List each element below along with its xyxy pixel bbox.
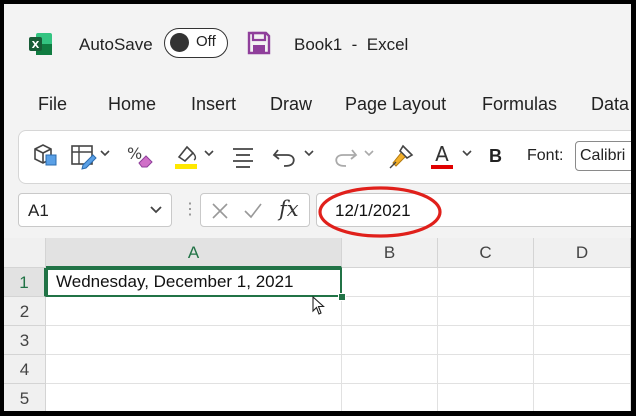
cell-c3[interactable]	[438, 326, 534, 355]
svg-text:%: %	[127, 144, 142, 163]
autosave-toggle[interactable]: Off	[164, 28, 228, 58]
cell-b2[interactable]	[342, 297, 438, 326]
autosave-state: Off	[196, 33, 216, 50]
cell-b1[interactable]	[342, 268, 438, 297]
cell-b3[interactable]	[342, 326, 438, 355]
cell-b5[interactable]	[342, 384, 438, 411]
chevron-down-icon[interactable]	[149, 205, 163, 215]
quick-toolbar: % A B Font: Calibri	[18, 130, 631, 184]
cell-d4[interactable]	[534, 355, 631, 384]
mouse-cursor-icon	[312, 296, 325, 315]
row-header-5[interactable]: 5	[4, 384, 46, 411]
cancel-icon[interactable]	[211, 202, 229, 220]
annotation-circle	[318, 186, 442, 238]
row-header-1[interactable]: 1	[4, 268, 46, 297]
clear-format-icon[interactable]: %	[125, 141, 155, 171]
row-header-4[interactable]: 4	[4, 355, 46, 384]
document-title: Book1 - Excel	[294, 35, 409, 54]
formula-buttons: fx	[200, 193, 310, 227]
excel-logo-icon: X	[29, 33, 52, 55]
name-box[interactable]: A1	[18, 193, 172, 227]
cell-a2[interactable]	[46, 297, 342, 326]
tab-formulas[interactable]: Formulas	[482, 94, 557, 115]
font-color-icon[interactable]: A	[427, 141, 457, 171]
bold-button[interactable]: B	[489, 146, 502, 176]
cell-c4[interactable]	[438, 355, 534, 384]
fill-handle[interactable]	[338, 293, 346, 301]
tab-insert[interactable]: Insert	[191, 94, 236, 115]
tab-page-layout[interactable]: Page Layout	[345, 94, 446, 115]
cell-a3[interactable]	[46, 326, 342, 355]
drag-handle-icon[interactable]: ⋮	[182, 199, 198, 219]
cell-d3[interactable]	[534, 326, 631, 355]
column-header-b[interactable]: B	[342, 238, 438, 268]
format-painter-icon[interactable]	[387, 141, 417, 171]
highlight-fill-icon[interactable]	[171, 141, 201, 171]
save-icon[interactable]	[246, 30, 272, 56]
chevron-down-icon[interactable]	[203, 148, 215, 158]
column-header-d[interactable]: D	[534, 238, 631, 268]
insert-function-button[interactable]: fx	[279, 197, 299, 221]
cell-c2[interactable]	[438, 297, 534, 326]
font-name-input[interactable]: Calibri	[575, 141, 631, 171]
cell-c1[interactable]	[438, 268, 534, 297]
redo-icon[interactable]	[331, 141, 359, 171]
font-label: Font:	[527, 147, 564, 164]
check-icon[interactable]	[243, 202, 263, 220]
align-center-icon[interactable]	[229, 141, 257, 171]
font-name-value: Calibri	[580, 147, 626, 164]
spreadsheet-grid: A B C D 1 2 3 4 5 Wednesday, December 1,…	[4, 238, 631, 411]
tab-data[interactable]: Data	[591, 94, 629, 115]
svg-text:A: A	[435, 142, 449, 166]
cell-c5[interactable]	[438, 384, 534, 411]
cell-b4[interactable]	[342, 355, 438, 384]
chevron-down-icon[interactable]	[461, 148, 473, 158]
cell-a4[interactable]	[46, 355, 342, 384]
chevron-down-icon[interactable]	[363, 148, 375, 158]
active-cell-border	[46, 268, 342, 297]
name-box-value: A1	[28, 201, 49, 220]
column-header-c[interactable]: C	[438, 238, 534, 268]
cell-d5[interactable]	[534, 384, 631, 411]
tab-file[interactable]: File	[38, 94, 67, 115]
excel-window: X AutoSave Off Book1 - Excel File Home I…	[4, 4, 631, 411]
chevron-down-icon[interactable]	[99, 148, 111, 158]
tab-home[interactable]: Home	[108, 94, 156, 115]
cell-a5[interactable]	[46, 384, 342, 411]
column-header-a[interactable]: A	[46, 238, 342, 268]
cell-d1[interactable]	[534, 268, 631, 297]
ribbon-tabs: File Home Insert Draw Page Layout Formul…	[4, 90, 631, 120]
svg-text:X: X	[32, 40, 40, 51]
row-header-3[interactable]: 3	[4, 326, 46, 355]
undo-icon[interactable]	[271, 141, 299, 171]
chevron-down-icon[interactable]	[303, 148, 315, 158]
cell-d2[interactable]	[534, 297, 631, 326]
title-bar: X AutoSave Off Book1 - Excel	[4, 4, 631, 82]
cube-icon[interactable]	[31, 141, 59, 171]
row-header-2[interactable]: 2	[4, 297, 46, 326]
select-all-corner[interactable]	[4, 238, 46, 268]
autosave-label: AutoSave	[79, 35, 153, 54]
tab-draw[interactable]: Draw	[270, 94, 312, 115]
toggle-knob	[170, 33, 189, 52]
table-edit-icon[interactable]	[69, 141, 97, 171]
